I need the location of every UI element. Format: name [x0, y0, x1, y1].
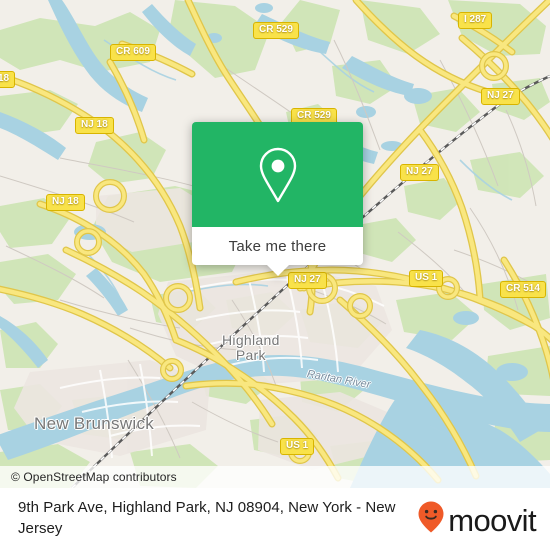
location-popup-card[interactable]: Take me there — [192, 122, 363, 276]
highway-shield: CR 514 — [500, 281, 546, 298]
highway-shield: NJ 27 — [481, 88, 520, 105]
location-pin-icon — [257, 146, 299, 204]
highway-shield: NJ 27 — [288, 272, 327, 289]
moovit-wordmark: moovit — [448, 502, 536, 538]
highway-shield: US 1 — [280, 438, 315, 455]
take-me-there-label: Take me there — [228, 237, 327, 255]
highway-shield: I 287 — [458, 12, 493, 29]
moovit-map-screenshot: CR 529 I 287 CR 609 18 NJ 27 NJ 18 CR 52… — [0, 0, 550, 550]
highway-shield: NJ 18 — [46, 194, 85, 211]
map-canvas[interactable]: CR 529 I 287 CR 609 18 NJ 27 NJ 18 CR 52… — [0, 0, 550, 488]
highway-shield: 18 — [0, 71, 16, 88]
map-attribution: © OpenStreetMap contributors — [0, 466, 550, 488]
highway-shield: US 1 — [409, 270, 444, 287]
address-label: 9th Park Ave, Highland Park, NJ 08904, N… — [18, 499, 396, 537]
moovit-smiley-pin-icon — [417, 500, 445, 539]
highway-shield: CR 609 — [110, 44, 156, 61]
highway-shield: CR 529 — [253, 22, 299, 39]
highway-shield: NJ 27 — [400, 164, 439, 181]
take-me-there-button[interactable]: Take me there — [192, 227, 363, 265]
attribution-text: © OpenStreetMap contributors — [11, 470, 177, 484]
moovit-logo[interactable]: moovit — [417, 500, 537, 539]
bottom-info-bar: 9th Park Ave, Highland Park, NJ 08904, N… — [0, 488, 550, 550]
highway-shield: NJ 18 — [75, 117, 114, 134]
popup-header — [192, 122, 363, 227]
popup-pointer-tail — [266, 265, 289, 276]
